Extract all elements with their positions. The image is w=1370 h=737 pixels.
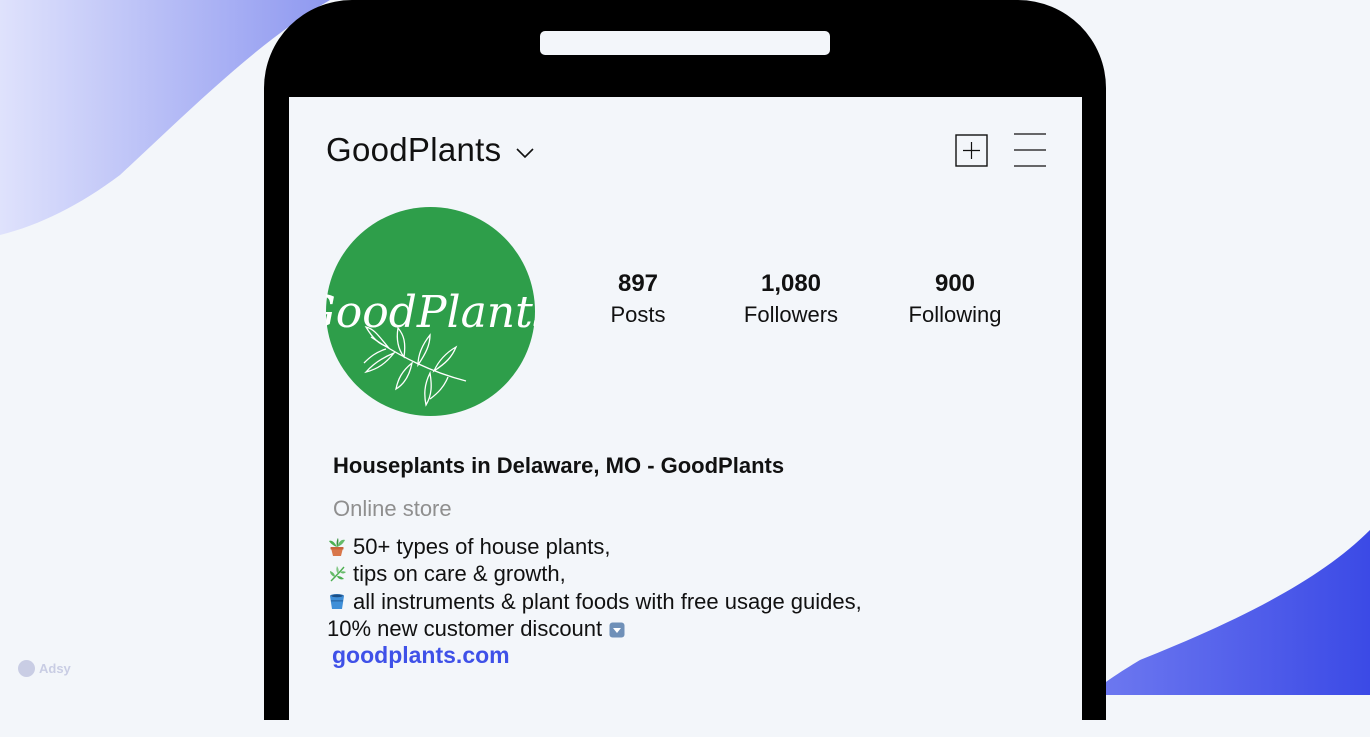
username-switcher[interactable]: GoodPlants xyxy=(326,131,535,169)
bio-line-1: 50+ types of house plants, xyxy=(327,533,862,560)
bio-line-3-text: all instruments & plant foods with free … xyxy=(353,588,862,614)
down-arrow-button-icon xyxy=(609,622,625,638)
adsy-watermark: Adsy xyxy=(18,660,71,677)
avatar-logo-text: GoodPlants xyxy=(326,287,535,338)
followers-count: 1,080 xyxy=(760,270,822,297)
adsy-logo-icon xyxy=(18,660,35,677)
bio-line-1-text: 50+ types of house plants, xyxy=(353,534,611,559)
adsy-label: Adsy xyxy=(39,661,71,676)
following-label: Following xyxy=(908,302,1002,327)
following-stat[interactable]: 900 Following xyxy=(896,269,1014,331)
phone-speaker xyxy=(540,31,830,55)
followers-label: Followers xyxy=(743,302,839,327)
plus-square-icon[interactable] xyxy=(955,134,988,167)
posts-label: Posts xyxy=(610,302,666,327)
bio-category: Online store xyxy=(333,496,452,521)
bottom-right-wave xyxy=(1090,530,1370,695)
potted-plant-icon xyxy=(329,537,345,556)
following-count: 900 xyxy=(934,270,976,297)
bio-website-link[interactable]: goodplants.com xyxy=(332,642,510,669)
bio-name: Houseplants in Delaware, MO - GoodPlants xyxy=(333,453,785,478)
posts-count: 897 xyxy=(617,270,659,297)
bio-description: 50+ types of house plants, tips on care … xyxy=(327,533,862,642)
herb-icon xyxy=(330,565,346,582)
chevron-down-icon xyxy=(516,148,535,159)
avatar[interactable]: GoodPlants xyxy=(326,207,535,416)
bio-line-2-text: tips on care & growth, xyxy=(353,561,566,587)
bio-line-3: all instruments & plant foods with free … xyxy=(327,588,862,615)
bio-line-4-text: 10% new customer discount xyxy=(327,615,603,641)
profile-username: GoodPlants xyxy=(326,131,502,168)
hamburger-menu-icon[interactable] xyxy=(1014,133,1046,167)
bio-line-4: 10% new customer discount xyxy=(327,615,862,642)
posts-stat[interactable]: 897 Posts xyxy=(598,269,678,331)
phone-frame: GoodPlants GoodPlants xyxy=(264,0,1106,737)
bio-line-2: tips on care & growth, xyxy=(327,560,862,587)
bucket-icon xyxy=(330,594,344,610)
profile-screen: GoodPlants GoodPlants xyxy=(289,97,1082,737)
followers-stat[interactable]: 1,080 Followers xyxy=(729,269,853,331)
